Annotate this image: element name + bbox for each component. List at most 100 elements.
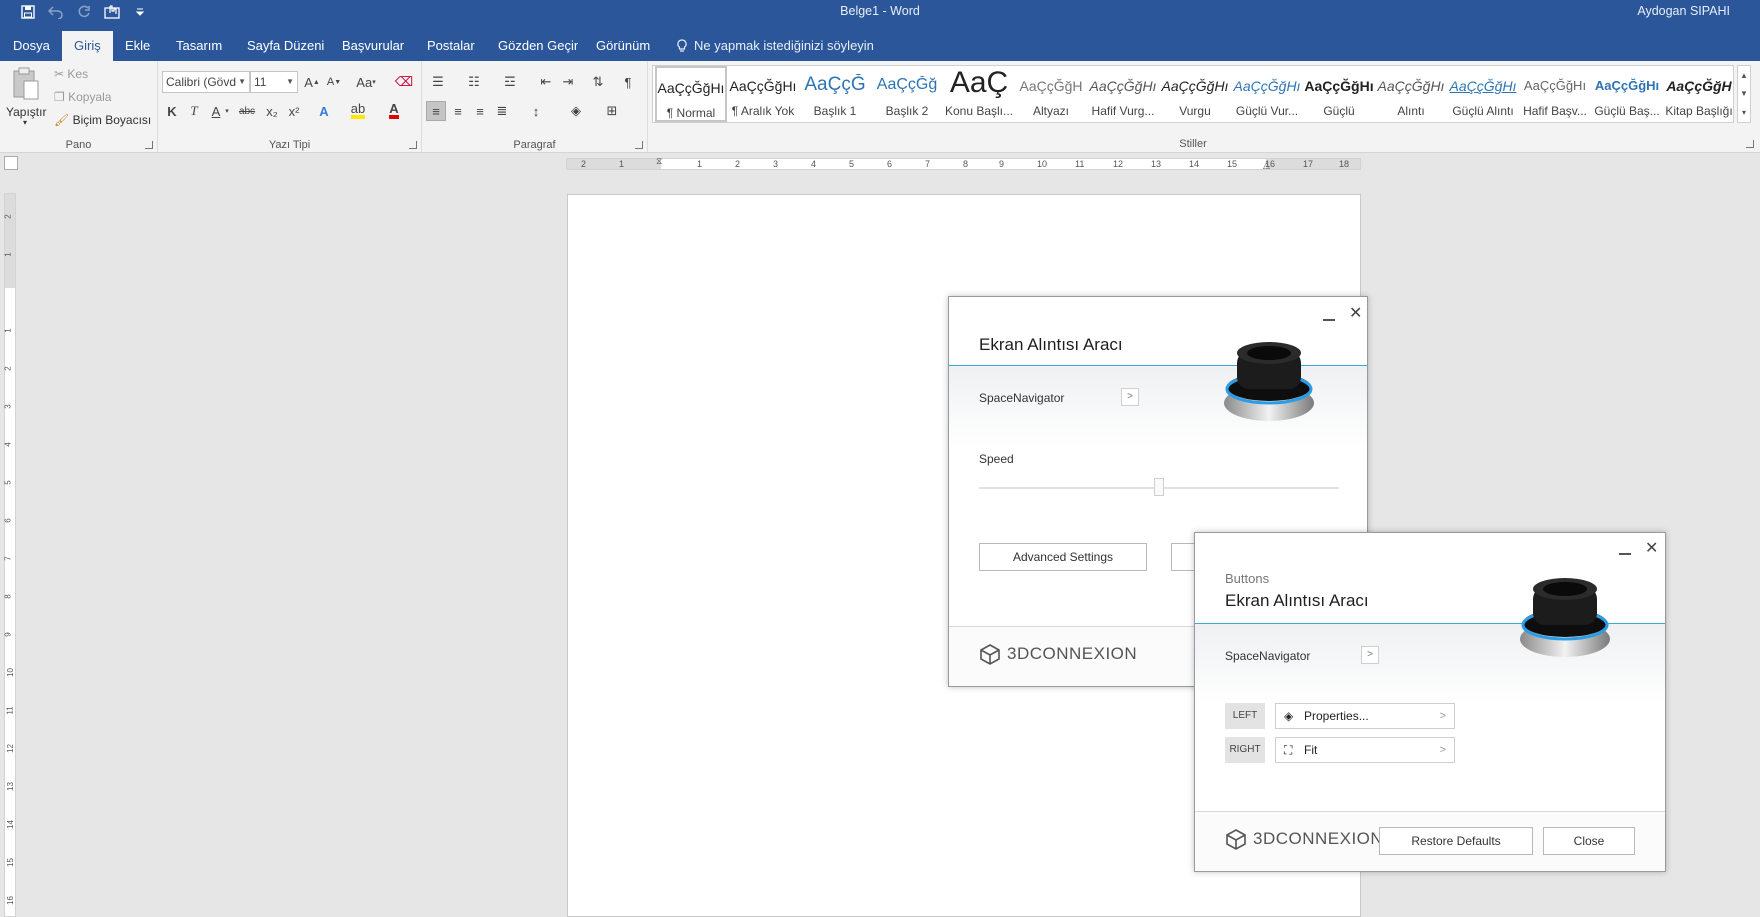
- restore-defaults-button[interactable]: Restore Defaults: [1379, 827, 1533, 855]
- bullets-icon[interactable]: ☰: [428, 72, 448, 92]
- highlight-icon[interactable]: ab: [348, 101, 368, 121]
- tell-me-box[interactable]: Ne yapmak istediğinizi söyleyin: [676, 31, 874, 61]
- borders-icon[interactable]: ⊞: [602, 101, 622, 121]
- style-intense-quote[interactable]: AaÇçĞğHı Güçlü Alıntı: [1447, 66, 1519, 122]
- underline-dropdown-icon[interactable]: ▾: [222, 101, 232, 121]
- right-indent-marker-icon[interactable]: △: [1263, 160, 1270, 171]
- dialog-title: Ekran Alıntısı Aracı: [979, 335, 1123, 354]
- font-name-combo[interactable]: Calibri (Gövd ▼: [162, 71, 250, 93]
- sort-icon[interactable]: ⇅: [588, 72, 608, 92]
- shrink-font-icon[interactable]: A ▼: [324, 72, 344, 92]
- tab-basvurular[interactable]: Başvurular: [342, 31, 404, 61]
- style-heading-1[interactable]: AaÇçĞ Başlık 1: [799, 66, 871, 122]
- ruler-mark: 5: [849, 159, 855, 169]
- strikethrough-button[interactable]: abc: [234, 101, 260, 121]
- close-icon[interactable]: ✕: [1349, 303, 1362, 323]
- tab-postalar[interactable]: Postalar: [427, 31, 475, 61]
- style-normal[interactable]: AaÇçĞğHı ¶ Normal: [655, 66, 727, 122]
- justify-icon[interactable]: ≣: [492, 101, 512, 121]
- horizontal-ruler[interactable]: 2 1 1 2 3 4 5 6 7 8 9 10 11 12 13 14 15 …: [566, 156, 1361, 171]
- style-book-title[interactable]: AaÇçĞğH Kitap Başlığı: [1663, 66, 1733, 122]
- close-icon[interactable]: ✕: [1645, 538, 1658, 558]
- styles-launcher-icon[interactable]: [1746, 140, 1754, 148]
- show-marks-button[interactable]: ¶: [618, 72, 638, 92]
- align-left-icon[interactable]: ≡: [426, 101, 446, 121]
- tab-gorunum[interactable]: Görünüm: [596, 31, 650, 61]
- subscript-button[interactable]: x₂: [262, 101, 282, 121]
- group-label-paragraph: Paragraf: [513, 139, 556, 151]
- chevron-down-icon[interactable]: ▼: [1740, 89, 1748, 98]
- indent-marker-icon[interactable]: ⧖: [656, 156, 662, 167]
- left-button-assignment[interactable]: ◈ Properties... >: [1275, 703, 1455, 729]
- 3dconnexion-cube-icon: [980, 644, 1000, 665]
- text-effects-icon[interactable]: A: [314, 101, 334, 121]
- tab-dosya[interactable]: Dosya: [13, 31, 50, 61]
- style-subtle-reference[interactable]: AaÇçĞğHı Hafif Başv...: [1519, 66, 1591, 122]
- line-spacing-icon[interactable]: ↕: [526, 101, 546, 121]
- advanced-settings-button[interactable]: Advanced Settings: [979, 543, 1147, 571]
- user-name[interactable]: Aydogan SIPAHI: [1637, 4, 1730, 18]
- decrease-indent-icon[interactable]: ⇤: [536, 72, 556, 92]
- tab-tasarim[interactable]: Tasarım: [176, 31, 222, 61]
- speed-slider-thumb[interactable]: [1154, 478, 1164, 496]
- style-subtle-emphasis[interactable]: AaÇçĞğHı Hafif Vurg...: [1087, 66, 1159, 122]
- paste-button[interactable]: Yapıştır ▾: [6, 65, 46, 131]
- style-emphasis[interactable]: AaÇçĞğHı Vurgu: [1159, 66, 1231, 122]
- minimize-icon[interactable]: [1619, 553, 1631, 555]
- close-button[interactable]: Close: [1543, 827, 1635, 855]
- increase-indent-icon[interactable]: ⇥: [558, 72, 578, 92]
- superscript-button[interactable]: x²: [284, 101, 304, 121]
- copy-button[interactable]: ❐ Kopyala: [54, 90, 111, 104]
- tab-sayfa-duzeni[interactable]: Sayfa Düzeni: [247, 31, 324, 61]
- style-no-spacing[interactable]: AaÇçĞğHı ¶ Aralık Yok: [727, 66, 799, 122]
- minimize-icon[interactable]: [1323, 319, 1335, 321]
- 3dconnexion-cube-icon: [1226, 829, 1246, 850]
- bold-button[interactable]: K: [162, 101, 182, 121]
- device-next-button[interactable]: >: [1361, 646, 1379, 664]
- group-label-clipboard: Pano: [65, 139, 92, 151]
- group-paragraph: ☰ ☷ ☲ ⇤ ⇥ ⇅ ¶ ≡ ≡ ≡ ≣ ↕ ◈ ⊞ Paragraf: [422, 61, 648, 153]
- font-color-icon[interactable]: A: [384, 101, 404, 121]
- italic-button[interactable]: T: [184, 101, 204, 121]
- vertical-ruler[interactable]: 2 1 1 2 3 4 5 6 7 8 9 10 11 12 13 14 15 …: [4, 193, 16, 917]
- style-quote[interactable]: AaÇçĞğHı Alıntı: [1375, 66, 1447, 122]
- font-size-combo[interactable]: 11 ▼: [250, 71, 298, 93]
- style-preview: AaÇçĞğH: [1666, 78, 1732, 94]
- paragraph-launcher-icon[interactable]: [635, 141, 643, 149]
- clear-formatting-icon[interactable]: ⌫: [394, 72, 414, 92]
- device-next-button[interactable]: >: [1121, 388, 1139, 406]
- paste-dropdown-icon[interactable]: ▾: [23, 118, 27, 127]
- font-launcher-icon[interactable]: [409, 141, 417, 149]
- clipboard-launcher-icon[interactable]: [145, 141, 153, 149]
- format-painter-button[interactable]: 🖌 Biçim Boyacısı: [54, 113, 151, 127]
- style-name: Güçlü Alıntı: [1452, 104, 1514, 118]
- tab-giris[interactable]: Giriş: [62, 31, 113, 61]
- change-case-button[interactable]: Aa ▾: [352, 72, 380, 92]
- style-intense-emphasis[interactable]: AaÇçĞğHı Güçlü Vur...: [1231, 66, 1303, 122]
- style-strong[interactable]: AaÇçĞğHı Güçlü: [1303, 66, 1375, 122]
- tab-gozden-gecir[interactable]: Gözden Geçir: [498, 31, 578, 61]
- grow-font-icon[interactable]: A ▲: [302, 72, 322, 92]
- group-clipboard: Yapıştır ▾ ✂ Kes ❐ Kopyala 🖌 Biçim Boyac…: [0, 61, 158, 153]
- style-heading-2[interactable]: AaÇçĞğ Başlık 2: [871, 66, 943, 122]
- numbering-icon[interactable]: ☷: [464, 72, 484, 92]
- ruler-mark: 5: [3, 480, 13, 485]
- ruler-mark: 4: [811, 159, 817, 169]
- styles-gallery-scroll[interactable]: ▲ ▼ ▾: [1737, 65, 1751, 123]
- tab-ekle[interactable]: Ekle: [125, 31, 150, 61]
- style-title[interactable]: AaÇ Konu Başlı...: [943, 66, 1015, 122]
- more-icon[interactable]: ▾: [1742, 108, 1746, 117]
- ruler-mark: 1: [3, 328, 13, 333]
- tab-selector[interactable]: [4, 156, 18, 170]
- left-button-tag: LEFT: [1225, 703, 1265, 729]
- cut-button[interactable]: ✂ Kes: [54, 67, 88, 81]
- multilevel-list-icon[interactable]: ☲: [500, 72, 520, 92]
- align-right-icon[interactable]: ≡: [470, 101, 490, 121]
- copy-label: Kopyala: [68, 90, 112, 104]
- chevron-up-icon[interactable]: ▲: [1740, 71, 1748, 80]
- style-intense-reference[interactable]: AaÇçĞğHı Güçlü Baş...: [1591, 66, 1663, 122]
- align-center-icon[interactable]: ≡: [448, 101, 468, 121]
- shading-icon[interactable]: ◈: [566, 101, 586, 121]
- style-subtitle[interactable]: AaÇçĞğH Altyazı: [1015, 66, 1087, 122]
- right-button-assignment[interactable]: ⛶ Fit >: [1275, 737, 1455, 763]
